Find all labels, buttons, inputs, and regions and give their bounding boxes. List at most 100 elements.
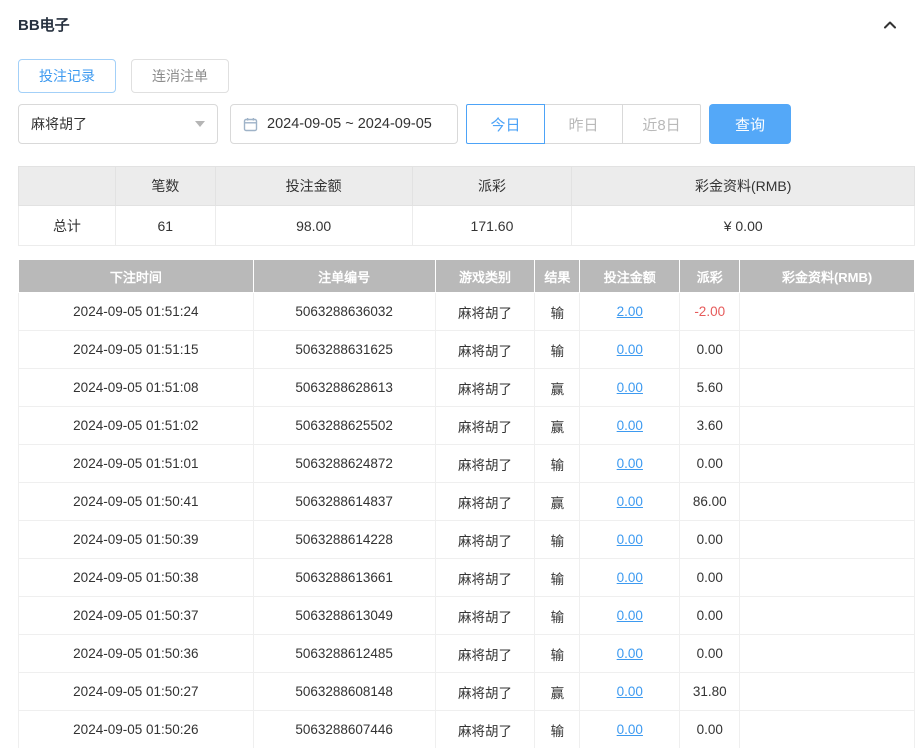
table-row: 2024-09-05 01:51:24 5063288636032 麻将胡了 输… <box>18 292 915 331</box>
summary-total-row: 总计 61 98.00 171.60 ¥ 0.00 <box>18 205 915 246</box>
result-cell: 输 <box>534 558 581 597</box>
jackpot-cell <box>739 710 915 748</box>
payout-cell: -2.00 <box>679 292 741 331</box>
summary-header-count: 笔数 <box>114 166 216 206</box>
payout-cell: 0.00 <box>679 558 741 597</box>
table-row: 2024-09-05 01:50:27 5063288608148 麻将胡了 赢… <box>18 672 915 711</box>
bet-time-cell: 2024-09-05 01:50:36 <box>18 634 254 673</box>
bb-panel: BB电子 投注记录 连消注单 麻将胡了 2024-09-05 ~ 2024-09… <box>0 0 915 748</box>
table-row: 2024-09-05 01:51:08 5063288628613 麻将胡了 赢… <box>18 368 915 407</box>
table-row: 2024-09-05 01:50:41 5063288614837 麻将胡了 赢… <box>18 482 915 521</box>
date-range-value: 2024-09-05 ~ 2024-09-05 <box>267 116 432 132</box>
bet-amount-link[interactable]: 0.00 <box>579 444 681 483</box>
result-cell: 输 <box>534 330 581 369</box>
table-row: 2024-09-05 01:50:37 5063288613049 麻将胡了 输… <box>18 596 915 635</box>
bet-amount-link[interactable]: 0.00 <box>579 330 681 369</box>
records-header-row: 下注时间 注单编号 游戏类别 结果 投注金额 派彩 彩金资料(RMB) <box>18 259 915 293</box>
summary-header-row: 笔数 投注金额 派彩 彩金资料(RMB) <box>18 166 915 206</box>
calendar-icon <box>243 117 258 132</box>
today-button[interactable]: 今日 <box>466 104 545 144</box>
order-number-cell: 5063288614228 <box>252 520 436 559</box>
game-type-cell: 麻将胡了 <box>434 444 536 483</box>
order-number-cell: 5063288631625 <box>252 330 436 369</box>
table-row: 2024-09-05 01:50:38 5063288613661 麻将胡了 输… <box>18 558 915 597</box>
game-type-cell: 麻将胡了 <box>434 482 536 521</box>
col-bet-time: 下注时间 <box>18 259 254 293</box>
table-row: 2024-09-05 01:51:02 5063288625502 麻将胡了 赢… <box>18 406 915 445</box>
col-bet-amount: 投注金额 <box>579 259 681 293</box>
result-cell: 输 <box>534 634 581 673</box>
date-range-picker[interactable]: 2024-09-05 ~ 2024-09-05 <box>230 104 458 144</box>
bet-amount-link[interactable]: 0.00 <box>579 710 681 748</box>
bet-time-cell: 2024-09-05 01:50:26 <box>18 710 254 748</box>
payout-cell: 0.00 <box>679 520 741 559</box>
search-button[interactable]: 查询 <box>709 104 791 144</box>
payout-cell: 0.00 <box>679 444 741 483</box>
yesterday-button[interactable]: 昨日 <box>544 104 623 144</box>
table-row: 2024-09-05 01:50:26 5063288607446 麻将胡了 输… <box>18 710 915 748</box>
bet-time-cell: 2024-09-05 01:50:38 <box>18 558 254 597</box>
result-cell: 输 <box>534 710 581 748</box>
order-number-cell: 5063288628613 <box>252 368 436 407</box>
chevron-up-icon[interactable] <box>881 16 899 34</box>
result-cell: 赢 <box>534 482 581 521</box>
jackpot-cell <box>739 596 915 635</box>
game-type-cell: 麻将胡了 <box>434 406 536 445</box>
summary-payout-value: 171.60 <box>411 205 573 246</box>
bet-amount-link[interactable]: 0.00 <box>579 368 681 407</box>
tab-bar: 投注记录 连消注单 <box>18 59 915 93</box>
bet-time-cell: 2024-09-05 01:51:08 <box>18 368 254 407</box>
summary-bet-amount-value: 98.00 <box>214 205 413 246</box>
table-row: 2024-09-05 01:51:15 5063288631625 麻将胡了 输… <box>18 330 915 369</box>
bet-amount-link[interactable]: 0.00 <box>579 596 681 635</box>
jackpot-cell <box>739 520 915 559</box>
bet-amount-link[interactable]: 0.00 <box>579 482 681 521</box>
result-cell: 输 <box>534 292 581 331</box>
result-cell: 赢 <box>534 368 581 407</box>
records-body: 2024-09-05 01:51:24 5063288636032 麻将胡了 输… <box>18 292 915 748</box>
jackpot-cell <box>739 368 915 407</box>
table-row: 2024-09-05 01:51:01 5063288624872 麻将胡了 输… <box>18 444 915 483</box>
bet-amount-link[interactable]: 2.00 <box>579 292 681 331</box>
jackpot-cell <box>739 292 915 331</box>
payout-cell: 0.00 <box>679 596 741 635</box>
game-select[interactable]: 麻将胡了 <box>18 104 218 144</box>
bet-time-cell: 2024-09-05 01:50:27 <box>18 672 254 711</box>
col-result: 结果 <box>534 259 581 293</box>
records-table: 下注时间 注单编号 游戏类别 结果 投注金额 派彩 彩金资料(RMB) 2024… <box>18 259 915 748</box>
game-type-cell: 麻将胡了 <box>434 330 536 369</box>
bet-amount-link[interactable]: 0.00 <box>579 520 681 559</box>
result-cell: 赢 <box>534 406 581 445</box>
summary-header-empty <box>18 166 116 206</box>
tab-bet-records[interactable]: 投注记录 <box>18 59 116 93</box>
panel-header: BB电子 <box>18 14 915 35</box>
order-number-cell: 5063288613661 <box>252 558 436 597</box>
bet-amount-link[interactable]: 0.00 <box>579 406 681 445</box>
result-cell: 赢 <box>534 672 581 711</box>
game-type-cell: 麻将胡了 <box>434 634 536 673</box>
bet-time-cell: 2024-09-05 01:50:37 <box>18 596 254 635</box>
col-game-type: 游戏类别 <box>434 259 536 293</box>
bet-time-cell: 2024-09-05 01:50:39 <box>18 520 254 559</box>
jackpot-cell <box>739 482 915 521</box>
bet-amount-link[interactable]: 0.00 <box>579 672 681 711</box>
result-cell: 输 <box>534 596 581 635</box>
payout-cell: 0.00 <box>679 710 741 748</box>
jackpot-cell <box>739 672 915 711</box>
order-number-cell: 5063288624872 <box>252 444 436 483</box>
bet-time-cell: 2024-09-05 01:51:15 <box>18 330 254 369</box>
jackpot-cell <box>739 558 915 597</box>
game-type-cell: 麻将胡了 <box>434 292 536 331</box>
summary-total-label: 总计 <box>18 205 116 246</box>
bet-amount-link[interactable]: 0.00 <box>579 634 681 673</box>
game-type-cell: 麻将胡了 <box>434 368 536 407</box>
game-type-cell: 麻将胡了 <box>434 596 536 635</box>
table-row: 2024-09-05 01:50:39 5063288614228 麻将胡了 输… <box>18 520 915 559</box>
col-payout: 派彩 <box>679 259 741 293</box>
game-type-cell: 麻将胡了 <box>434 672 536 711</box>
last-8-days-button[interactable]: 近8日 <box>622 104 701 144</box>
game-select-value: 麻将胡了 <box>31 116 87 132</box>
bet-amount-link[interactable]: 0.00 <box>579 558 681 597</box>
chevron-down-icon <box>195 121 205 127</box>
tab-cancelled-orders[interactable]: 连消注单 <box>131 59 229 93</box>
